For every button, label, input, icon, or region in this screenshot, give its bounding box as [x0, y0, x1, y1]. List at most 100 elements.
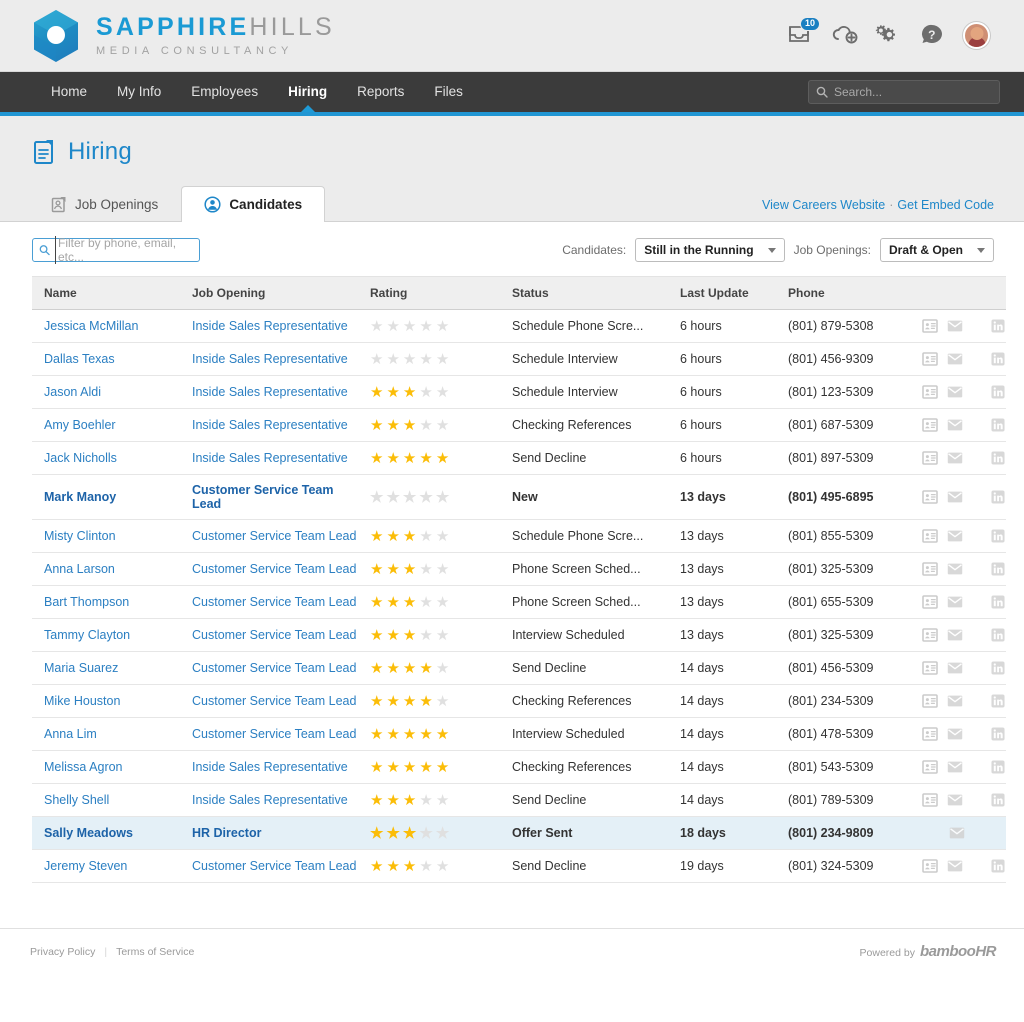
candidate-name-link[interactable]: Bart Thompson: [44, 595, 129, 609]
brand-logo[interactable]: SAPPHIREHILLS MEDIA CONSULTANCY: [30, 8, 335, 64]
rating-star[interactable]: ★: [419, 451, 432, 466]
rating-star[interactable]: ★: [370, 529, 383, 544]
rating-star[interactable]: ★: [403, 385, 416, 400]
tab-job-openings[interactable]: Job Openings: [28, 186, 181, 222]
inbox-icon[interactable]: 10: [787, 16, 820, 49]
rating-star[interactable]: ★: [386, 451, 399, 466]
rating-star[interactable]: ★: [436, 760, 449, 775]
rating-stars[interactable]: ★ ★ ★ ★ ★: [370, 727, 500, 742]
rating-star[interactable]: ★: [370, 490, 383, 505]
candidates-status-select[interactable]: Still in the Running: [635, 238, 785, 262]
rating-stars[interactable]: ★ ★ ★ ★ ★: [370, 826, 500, 841]
avatar[interactable]: [963, 22, 990, 49]
table-row[interactable]: Shelly Shell Inside Sales Representative ★…: [32, 783, 1006, 817]
candidate-name-link[interactable]: Maria Suarez: [44, 661, 118, 675]
candidate-name-link[interactable]: Jessica McMillan: [44, 319, 138, 333]
table-row[interactable]: Sally Meadows HR Director ★ ★ ★ ★ ★ Offer Sent 1…: [32, 816, 1006, 850]
candidate-name-link[interactable]: Anna Larson: [44, 562, 115, 576]
rating-star[interactable]: ★: [386, 490, 399, 505]
rating-stars[interactable]: ★ ★ ★ ★ ★: [370, 628, 500, 643]
rating-star[interactable]: ★: [436, 385, 449, 400]
rating-stars[interactable]: ★ ★ ★ ★ ★: [370, 694, 500, 709]
tab-candidates[interactable]: Candidates: [181, 186, 326, 222]
terms-of-service-link[interactable]: Terms of Service: [116, 946, 194, 958]
column-header-rating[interactable]: Rating: [358, 276, 500, 310]
candidate-name-link[interactable]: Amy Boehler: [44, 418, 116, 432]
rating-star[interactable]: ★: [436, 859, 449, 874]
rating-star[interactable]: ★: [403, 529, 416, 544]
rating-star[interactable]: ★: [386, 595, 399, 610]
table-row[interactable]: Jason Aldi Inside Sales Representative ★ ★ ★…: [32, 375, 1006, 409]
rating-star[interactable]: ★: [436, 628, 449, 643]
rating-stars[interactable]: ★ ★ ★ ★ ★: [370, 418, 500, 433]
candidate-name-link[interactable]: Dallas Texas: [44, 352, 115, 366]
nav-item-my-info[interactable]: My Info: [102, 72, 176, 112]
table-row[interactable]: Tammy Clayton Customer Service Team Lead ★…: [32, 618, 1006, 652]
rating-star[interactable]: ★: [403, 859, 416, 874]
job-opening-link[interactable]: Inside Sales Representative: [192, 760, 348, 774]
rating-star[interactable]: ★: [370, 319, 383, 334]
rating-star[interactable]: ★: [403, 352, 416, 367]
privacy-policy-link[interactable]: Privacy Policy: [30, 946, 95, 958]
table-row[interactable]: Anna Larson Customer Service Team Lead ★ ★ ★…: [32, 552, 1006, 586]
rating-star[interactable]: ★: [419, 859, 432, 874]
column-header-status[interactable]: Status: [500, 276, 668, 310]
candidate-name-link[interactable]: Sally Meadows: [44, 826, 133, 840]
rating-stars[interactable]: ★ ★ ★ ★ ★: [370, 319, 500, 334]
rating-star[interactable]: ★: [436, 694, 449, 709]
rating-star[interactable]: ★: [419, 760, 432, 775]
rating-star[interactable]: ★: [403, 760, 416, 775]
rating-star[interactable]: ★: [386, 793, 399, 808]
table-row[interactable]: Mark Manoy Customer Service Team Lead ★ ★ ★ ★…: [32, 474, 1006, 520]
rating-stars[interactable]: ★ ★ ★ ★ ★: [370, 793, 500, 808]
rating-star[interactable]: ★: [436, 319, 449, 334]
job-opening-link[interactable]: Inside Sales Representative: [192, 319, 348, 333]
nav-item-reports[interactable]: Reports: [342, 72, 419, 112]
rating-star[interactable]: ★: [403, 826, 416, 841]
rating-star[interactable]: ★: [370, 661, 383, 676]
job-opening-link[interactable]: Inside Sales Representative: [192, 418, 348, 432]
rating-star[interactable]: ★: [370, 595, 383, 610]
job-opening-link[interactable]: Inside Sales Representative: [192, 352, 348, 366]
rating-star[interactable]: ★: [370, 562, 383, 577]
column-header-job-opening[interactable]: Job Opening: [180, 276, 358, 310]
rating-star[interactable]: ★: [419, 319, 432, 334]
rating-star[interactable]: ★: [403, 727, 416, 742]
job-opening-link[interactable]: Customer Service Team Lead: [192, 661, 356, 675]
rating-star[interactable]: ★: [436, 562, 449, 577]
rating-star[interactable]: ★: [419, 661, 432, 676]
candidate-name-link[interactable]: Jason Aldi: [44, 385, 101, 399]
column-header-last-update[interactable]: Last Update: [668, 276, 776, 310]
rating-stars[interactable]: ★ ★ ★ ★ ★: [370, 451, 500, 466]
rating-stars[interactable]: ★ ★ ★ ★ ★: [370, 529, 500, 544]
table-row[interactable]: Bart Thompson Customer Service Team Lead ★…: [32, 585, 1006, 619]
rating-star[interactable]: ★: [370, 451, 383, 466]
rating-star[interactable]: ★: [386, 529, 399, 544]
rating-star[interactable]: ★: [436, 661, 449, 676]
rating-star[interactable]: ★: [386, 385, 399, 400]
rating-star[interactable]: ★: [436, 727, 449, 742]
rating-star[interactable]: ★: [436, 451, 449, 466]
rating-star[interactable]: ★: [403, 595, 416, 610]
table-row[interactable]: Anna Lim Customer Service Team Lead ★ ★ ★ ★ ★ I…: [32, 717, 1006, 751]
rating-star[interactable]: ★: [419, 694, 432, 709]
nav-item-employees[interactable]: Employees: [176, 72, 273, 112]
rating-star[interactable]: ★: [386, 352, 399, 367]
job-opening-link[interactable]: Customer Service Team Lead: [192, 727, 356, 741]
job-openings-select[interactable]: Draft & Open: [879, 238, 994, 262]
rating-stars[interactable]: ★ ★ ★ ★ ★: [370, 661, 500, 676]
rating-star[interactable]: ★: [436, 529, 449, 544]
rating-star[interactable]: ★: [403, 793, 416, 808]
rating-stars[interactable]: ★ ★ ★ ★ ★: [370, 352, 500, 367]
rating-star[interactable]: ★: [436, 352, 449, 367]
rating-star[interactable]: ★: [403, 562, 416, 577]
rating-star[interactable]: ★: [370, 760, 383, 775]
rating-stars[interactable]: ★ ★ ★ ★ ★: [370, 595, 500, 610]
rating-star[interactable]: ★: [403, 451, 416, 466]
rating-star[interactable]: ★: [370, 793, 383, 808]
job-opening-link[interactable]: Customer Service Team Lead: [192, 694, 356, 708]
rating-star[interactable]: ★: [403, 628, 416, 643]
candidate-name-link[interactable]: Mark Manoy: [44, 490, 116, 504]
rating-star[interactable]: ★: [370, 826, 383, 841]
rating-star[interactable]: ★: [370, 727, 383, 742]
